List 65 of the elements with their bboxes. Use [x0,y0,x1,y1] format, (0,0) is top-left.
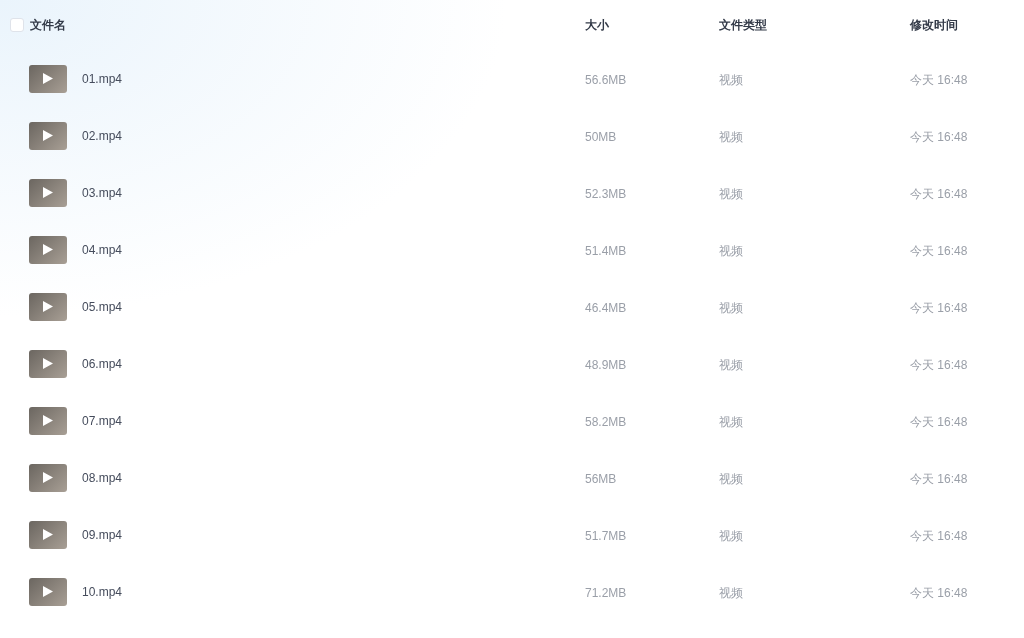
modified-time: 今天 16:48 [910,585,968,600]
video-thumbnail[interactable] [29,64,67,93]
play-icon [43,187,53,198]
video-thumbnail[interactable] [29,349,67,378]
video-thumbnail[interactable] [29,121,67,150]
video-thumbnail[interactable] [29,463,67,492]
file-size: 48.9MB [585,357,627,372]
play-icon [43,244,53,255]
file-size: 56MB [585,471,617,486]
select-all-checkbox[interactable] [10,18,24,32]
column-header[interactable]: 文件类型 [719,16,767,34]
column-header[interactable]: 修改时间 [910,16,958,34]
file-size: 71.2MB [585,585,627,600]
modified-time: 今天 16:48 [910,72,968,87]
video-thumbnail[interactable] [29,178,67,207]
file-size: 50MB [585,129,617,144]
modified-time: 今天 16:48 [910,243,968,258]
file-name[interactable]: 02.mp4 [82,126,123,145]
video-thumbnail[interactable] [29,577,67,606]
play-icon [43,358,53,369]
file-name[interactable]: 03.mp4 [82,183,123,202]
modified-time: 今天 16:48 [910,300,968,315]
file-type: 视频 [719,414,743,429]
play-icon [43,73,53,84]
video-thumbnail[interactable] [29,292,67,321]
file-type: 视频 [719,528,743,543]
file-type: 视频 [719,72,743,87]
modified-time: 今天 16:48 [910,186,968,201]
file-name[interactable]: 01.mp4 [82,69,123,88]
file-type: 视频 [719,186,743,201]
file-type: 视频 [719,471,743,486]
file-name[interactable]: 09.mp4 [82,525,123,544]
file-name[interactable]: 08.mp4 [82,468,123,487]
modified-time: 今天 16:48 [910,471,968,486]
file-size: 51.4MB [585,243,627,258]
file-name[interactable]: 06.mp4 [82,354,123,373]
modified-time: 今天 16:48 [910,357,968,372]
file-size: 51.7MB [585,528,627,543]
file-type: 视频 [719,243,743,258]
file-size: 58.2MB [585,414,627,429]
file-type: 视频 [719,300,743,315]
file-size: 52.3MB [585,186,627,201]
play-icon [43,130,53,141]
play-icon [43,586,53,597]
play-icon [43,529,53,540]
file-size: 56.6MB [585,72,627,87]
file-type: 视频 [719,585,743,600]
file-size: 46.4MB [585,300,627,315]
column-header[interactable]: 文件名 [30,16,66,34]
modified-time: 今天 16:48 [910,129,968,144]
play-icon [43,415,53,426]
video-thumbnail[interactable] [29,406,67,435]
video-thumbnail[interactable] [29,235,67,264]
modified-time: 今天 16:48 [910,528,968,543]
file-name[interactable]: 05.mp4 [82,297,123,316]
video-thumbnail[interactable] [29,520,67,549]
play-icon [43,472,53,483]
file-name[interactable]: 07.mp4 [82,411,123,430]
modified-time: 今天 16:48 [910,414,968,429]
file-type: 视频 [719,357,743,372]
file-name[interactable]: 10.mp4 [82,582,123,601]
file-type: 视频 [719,129,743,144]
play-icon [43,301,53,312]
column-header[interactable]: 大小 [585,16,609,34]
file-name[interactable]: 04.mp4 [82,240,123,259]
